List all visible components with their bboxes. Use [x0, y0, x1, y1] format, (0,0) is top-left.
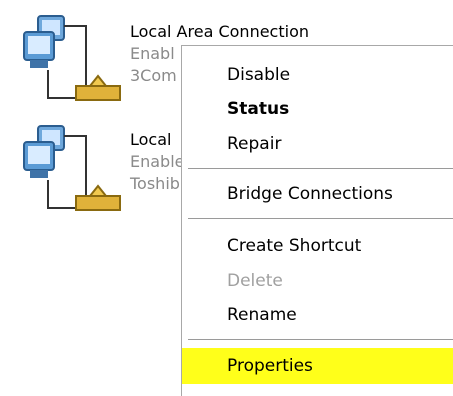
menu-item-properties[interactable]: Properties: [182, 348, 453, 384]
connection-device: 3Com: [130, 66, 177, 85]
menu-separator: [188, 218, 453, 219]
menu-item-status[interactable]: Status: [182, 92, 453, 126]
menu-separator: [188, 168, 453, 169]
network-connection-icon: [23, 15, 121, 101]
menu-item-bridge-connections[interactable]: Bridge Connections: [182, 177, 453, 211]
menu-item-delete: Delete: [227, 271, 283, 291]
menu-item-repair[interactable]: Repair: [182, 127, 453, 161]
connection-device: Toshib: [130, 174, 180, 193]
menu-item-create-shortcut[interactable]: Create Shortcut: [182, 229, 453, 263]
network-connection-icon: [23, 125, 121, 211]
connection-name: Local: [130, 130, 172, 149]
menu-item-disable[interactable]: Disable: [182, 58, 453, 92]
connection-status: Enabl: [130, 44, 175, 63]
context-menu: Disable Status Repair Bridge Connections…: [181, 45, 453, 396]
menu-separator: [188, 339, 453, 340]
connection-status: Enable: [130, 152, 185, 171]
menu-item-rename[interactable]: Rename: [182, 298, 453, 332]
connection-name: Local Area Connection: [130, 22, 309, 41]
